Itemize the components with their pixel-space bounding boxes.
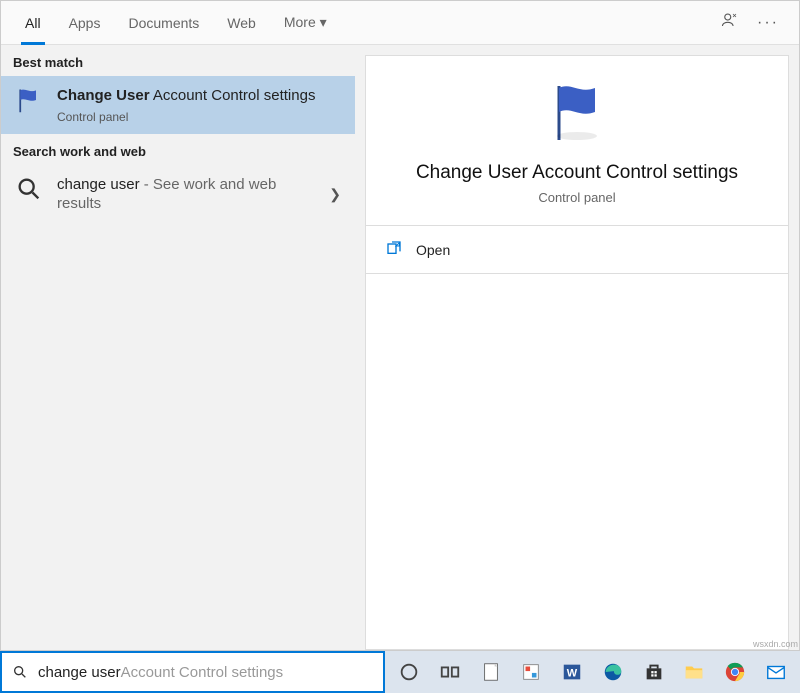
taskbar-app-mspaint-icon[interactable] bbox=[513, 652, 550, 692]
chevron-right-icon: ❯ bbox=[329, 186, 341, 203]
section-best-match: Best match bbox=[1, 45, 355, 76]
taskbar: W bbox=[385, 651, 800, 693]
more-options-icon[interactable]: ··· bbox=[757, 14, 779, 32]
taskbar-app-notepad-icon[interactable] bbox=[472, 652, 509, 692]
search-typed-text: change user bbox=[38, 664, 121, 681]
taskbar-app-chrome-icon[interactable] bbox=[717, 652, 754, 692]
taskbar-app-explorer-icon[interactable] bbox=[676, 652, 713, 692]
tab-more[interactable]: More ▾ bbox=[270, 1, 341, 45]
preview-pane: Change User Account Control settings Con… bbox=[355, 45, 799, 650]
svg-text:W: W bbox=[567, 668, 578, 680]
tab-apps[interactable]: Apps bbox=[55, 1, 115, 45]
filter-tabs: All Apps Documents Web More ▾ ··· bbox=[1, 1, 799, 45]
search-input[interactable]: change user Account Control settings bbox=[0, 651, 385, 693]
taskbar-cortana-icon[interactable] bbox=[391, 652, 428, 692]
result-web-search[interactable]: change user - See work and web results ❯ bbox=[1, 165, 355, 224]
taskbar-app-mail-icon[interactable] bbox=[757, 652, 794, 692]
results-list: Best match Change User Account Control s… bbox=[1, 45, 355, 650]
taskbar-app-store-icon[interactable] bbox=[635, 652, 672, 692]
open-icon bbox=[386, 240, 402, 259]
open-action[interactable]: Open bbox=[386, 240, 768, 259]
result-subtitle: Control panel bbox=[57, 110, 341, 124]
taskbar-taskview-icon[interactable] bbox=[432, 652, 469, 692]
taskbar-app-word-icon[interactable]: W bbox=[554, 652, 591, 692]
search-panel: All Apps Documents Web More ▾ ··· Best m… bbox=[0, 0, 800, 651]
preview-title: Change User Account Control settings bbox=[386, 162, 768, 184]
tab-documents[interactable]: Documents bbox=[114, 1, 213, 45]
open-label: Open bbox=[416, 242, 450, 258]
feedback-icon[interactable] bbox=[721, 11, 739, 34]
search-icon bbox=[12, 664, 28, 680]
web-result-title: change user - See work and web results bbox=[57, 175, 315, 214]
tab-web[interactable]: Web bbox=[213, 1, 270, 45]
uac-flag-icon bbox=[15, 86, 43, 114]
uac-flag-icon-large bbox=[545, 80, 609, 144]
search-autocomplete-ghost: Account Control settings bbox=[121, 664, 284, 681]
preview-subtitle: Control panel bbox=[386, 190, 768, 205]
result-best-match[interactable]: Change User Account Control settings Con… bbox=[1, 76, 355, 134]
section-work-web: Search work and web bbox=[1, 134, 355, 165]
search-icon bbox=[15, 175, 43, 203]
tab-all[interactable]: All bbox=[11, 1, 55, 45]
watermark: wsxdn.com bbox=[753, 639, 798, 649]
result-title: Change User Account Control settings bbox=[57, 86, 341, 106]
taskbar-app-edge-icon[interactable] bbox=[595, 652, 632, 692]
